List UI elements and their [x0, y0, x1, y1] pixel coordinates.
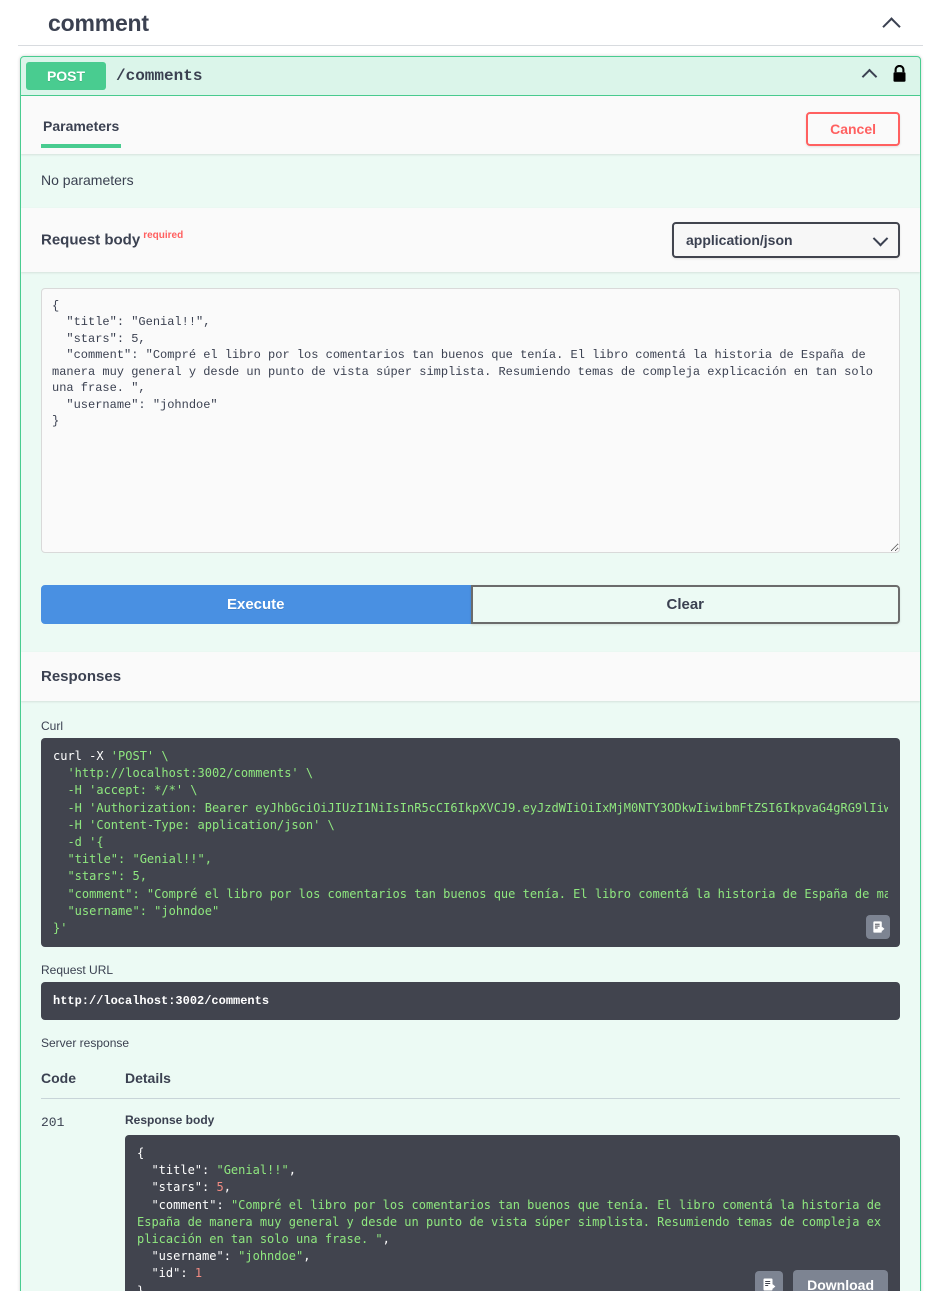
- opblock-tag-section: comment: [0, 0, 941, 46]
- request-body-editor-wrap: [21, 272, 920, 573]
- content-type-select[interactable]: application/json: [672, 222, 900, 258]
- response-table-body: 201 Response body { "title": "Genial!!",…: [41, 1099, 900, 1291]
- curl-code-text: curl -X 'POST' \ 'http://localhost:3002/…: [53, 749, 888, 935]
- request-url-text: http://localhost:3002/comments: [53, 994, 270, 1009]
- page-title: comment: [48, 10, 149, 36]
- http-method-badge: POST: [26, 62, 106, 90]
- opblock-post-comments: POST /comments Parameters Cancel No para…: [20, 56, 921, 1291]
- no-parameters-text: No parameters: [21, 154, 920, 208]
- response-body-actions: Download: [755, 1269, 888, 1291]
- parameters-section-header: Parameters Cancel: [21, 96, 920, 154]
- chevron-up-icon[interactable]: [862, 66, 882, 86]
- copy-to-clipboard-icon[interactable]: [755, 1270, 784, 1291]
- responses-title: Responses: [41, 668, 122, 685]
- opblock-summary-controls: [862, 64, 915, 88]
- execute-actions: Execute Clear: [21, 573, 920, 652]
- response-body-block: { "title": "Genial!!", "stars": 5, "comm…: [125, 1135, 900, 1291]
- responses-body: Curl curl -X 'POST' \ 'http://localhost:…: [21, 701, 920, 1291]
- table-row: 201 Response body { "title": "Genial!!",…: [41, 1099, 900, 1291]
- lock-icon[interactable]: [892, 64, 907, 88]
- tag-header-comment[interactable]: comment: [18, 0, 923, 46]
- request-url-block: http://localhost:3002/comments: [41, 982, 900, 1021]
- clear-button[interactable]: Clear: [470, 585, 900, 624]
- request-body-textarea[interactable]: [41, 288, 900, 553]
- response-body-label: Response body: [125, 1113, 215, 1128]
- curl-code-block: curl -X 'POST' \ 'http://localhost:3002/…: [41, 738, 900, 948]
- column-header-details: Details: [125, 1062, 900, 1100]
- request-url-label: Request URL: [41, 963, 114, 978]
- content-type-select-wrap: application/json: [672, 222, 900, 258]
- response-code: 201: [41, 1115, 65, 1131]
- copy-to-clipboard-icon[interactable]: [866, 915, 890, 940]
- curl-label: Curl: [41, 719, 64, 733]
- tab-parameters[interactable]: Parameters: [41, 110, 122, 148]
- server-response-label: Server response: [41, 1036, 130, 1051]
- required-badge: required: [143, 230, 184, 242]
- response-table-head: Code Details: [41, 1062, 900, 1100]
- request-body-title-wrap: Request body required: [41, 230, 183, 249]
- opblock-path: /comments: [116, 67, 203, 85]
- server-response-table: Code Details 201 Response body { "title"…: [41, 1062, 900, 1291]
- download-button[interactable]: Download: [793, 1269, 888, 1291]
- response-table-header-row: Code Details: [41, 1062, 900, 1100]
- request-body-label: Request body: [41, 231, 141, 249]
- opblock-body: Parameters Cancel No parameters Request …: [21, 96, 920, 1291]
- opblock-summary[interactable]: POST /comments: [21, 57, 920, 96]
- swagger-ui-page: comment POST /comments Parameters Cancel…: [0, 0, 941, 1291]
- cancel-button[interactable]: Cancel: [806, 112, 900, 146]
- response-details-cell: Response body { "title": "Genial!!", "st…: [125, 1099, 900, 1291]
- chevron-up-icon[interactable]: [883, 14, 903, 34]
- request-body-header: Request body required application/json: [21, 208, 920, 272]
- responses-section-header: Responses: [21, 652, 920, 701]
- execute-button[interactable]: Execute: [41, 585, 471, 624]
- column-header-code: Code: [41, 1062, 125, 1100]
